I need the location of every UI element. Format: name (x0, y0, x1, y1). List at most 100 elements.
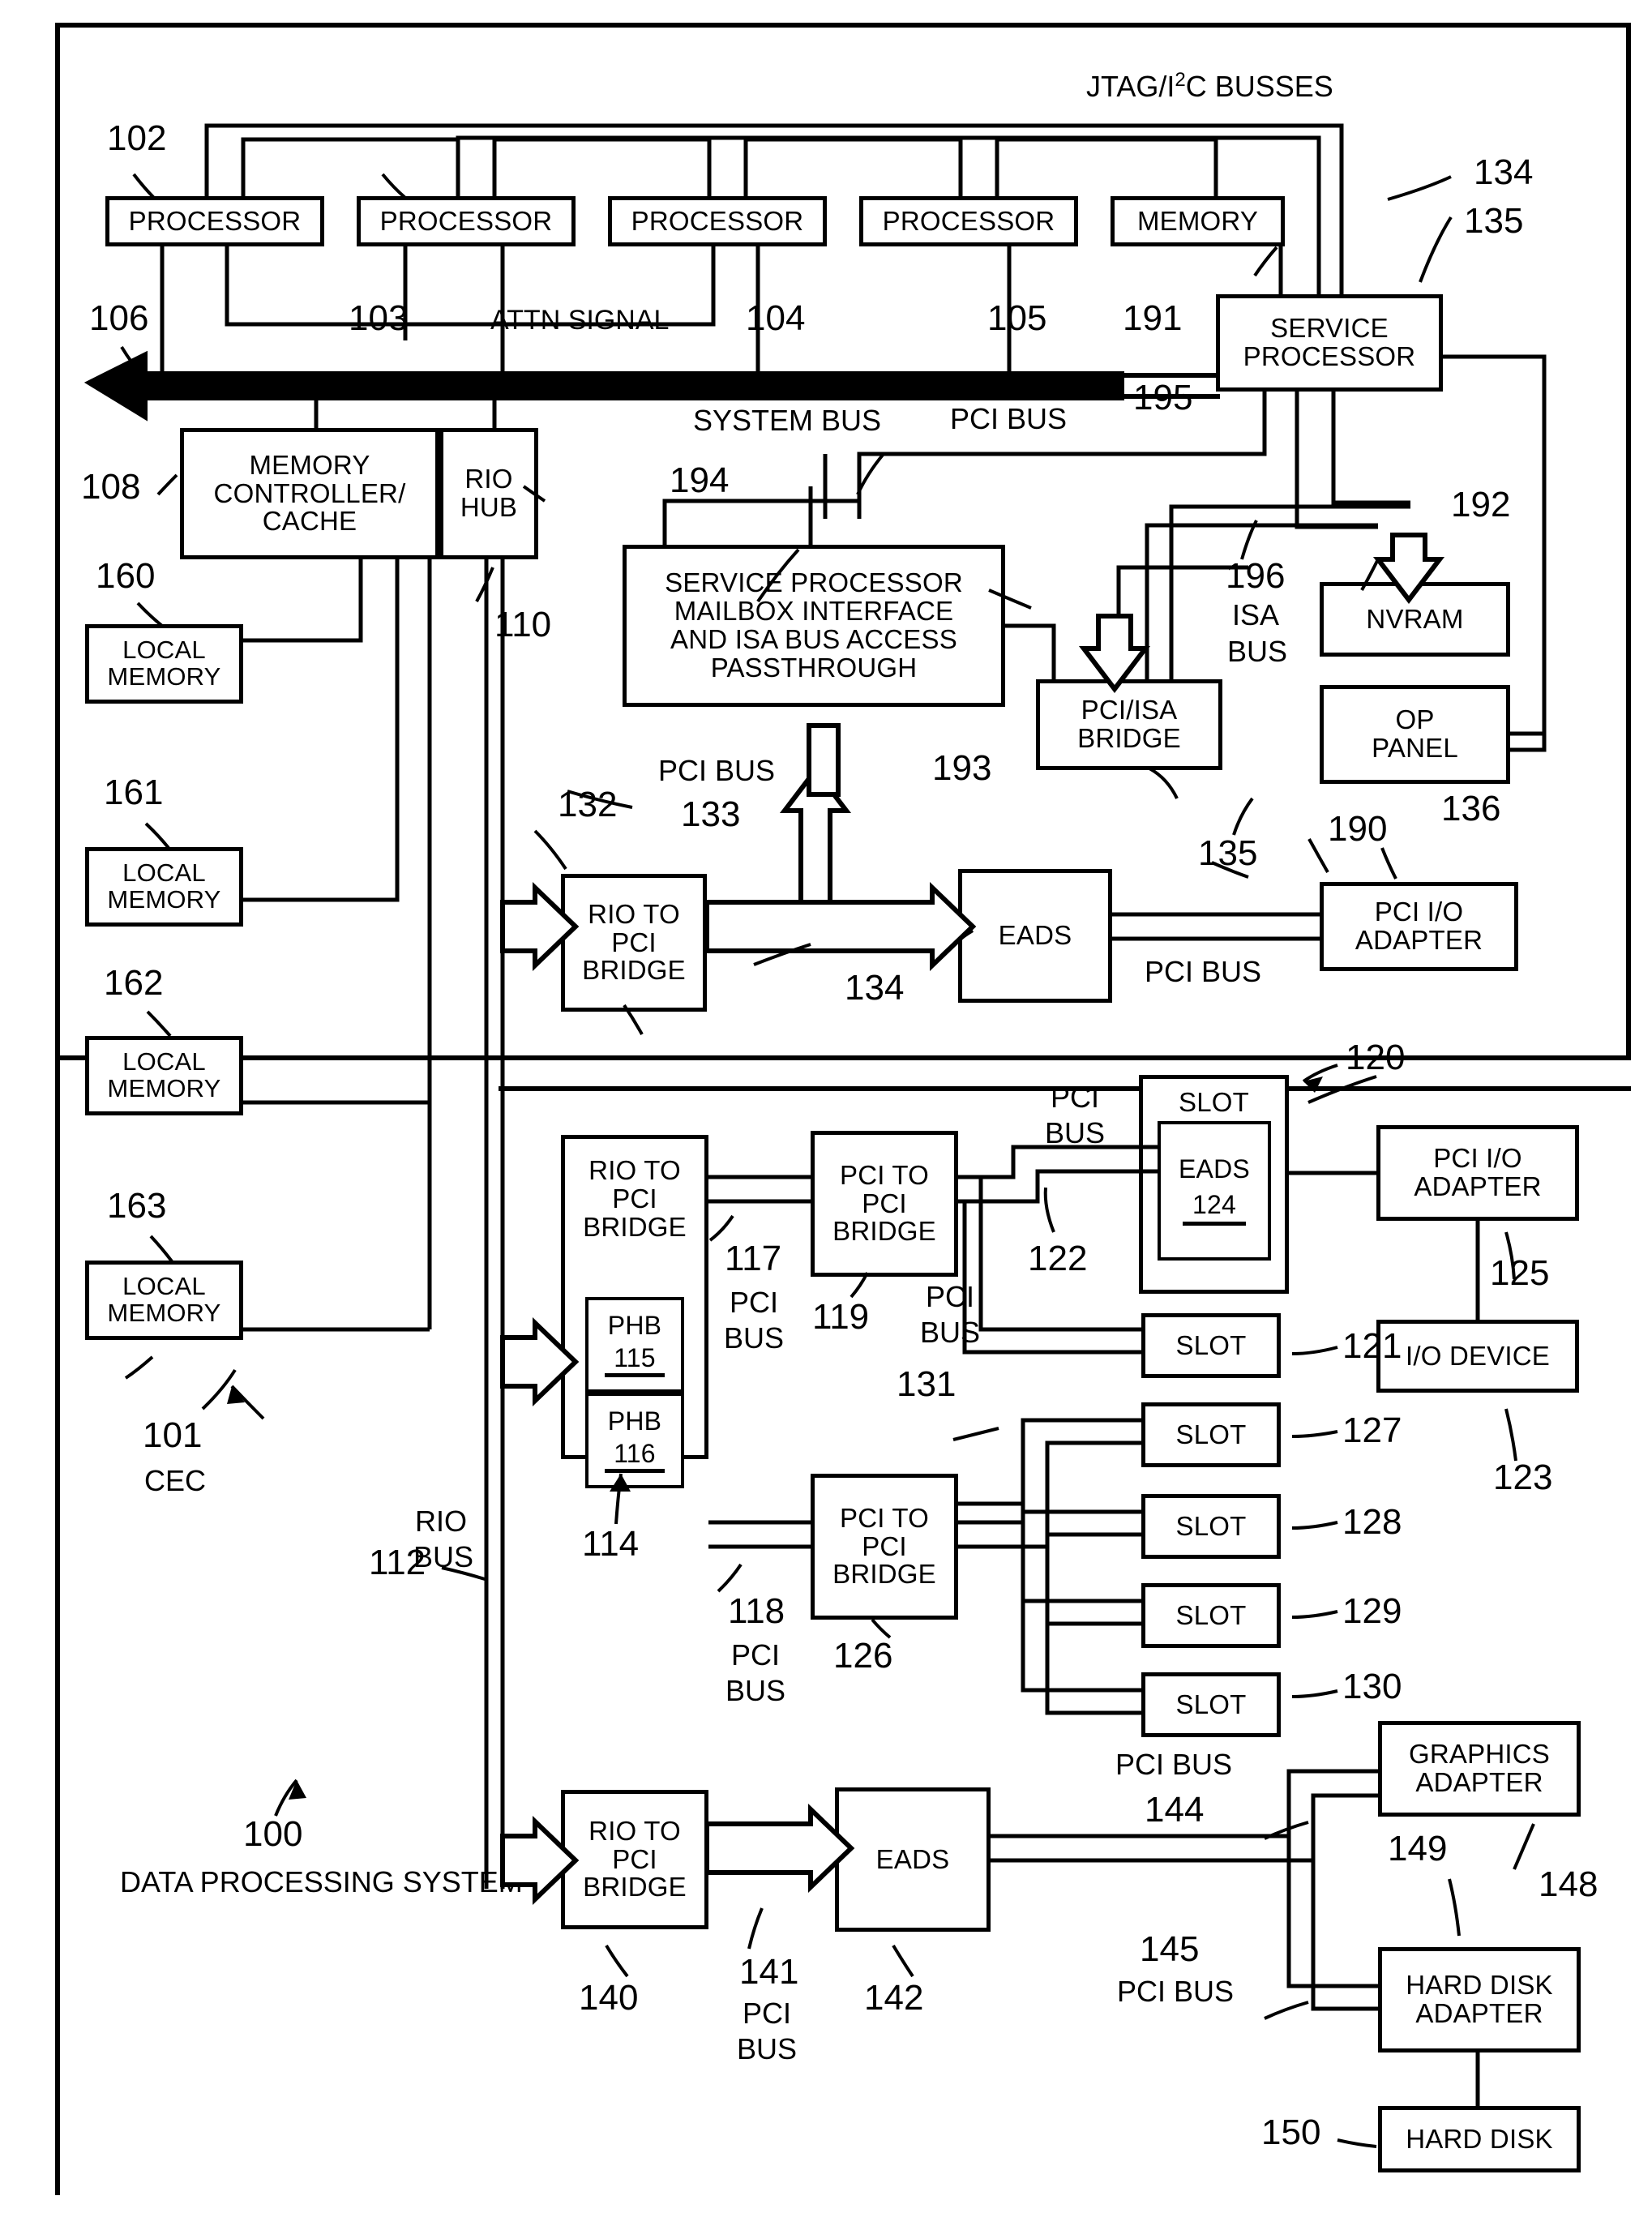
ref-102: 102 (107, 118, 167, 158)
eads-block-134: EADS (958, 869, 1112, 1003)
label-pci-bus-195: PCI BUS (950, 402, 1068, 435)
pci-to-pci-line2: PCI (862, 1188, 907, 1218)
label-pci-bus-135: PCI BUS (1145, 955, 1262, 988)
rio-to-pci-line2: PCI (611, 927, 657, 957)
rio-hub-line1: RIO (464, 464, 513, 494)
ref-135-top: 135 (1464, 201, 1524, 241)
pci-to-pci-line2: PCI (862, 1530, 907, 1561)
hard-disk-label: HARD DISK (1406, 2123, 1553, 2154)
pci-to-pci-bridge-block-119: PCI TO PCI BRIDGE (811, 1131, 958, 1277)
ref-141: 141 (739, 1952, 799, 1992)
op-panel-line2: PANEL (1372, 733, 1458, 763)
ref-114: 114 (582, 1524, 640, 1564)
nvram-block-192: NVRAM (1320, 582, 1510, 657)
local-memory-block-162: LOCAL MEMORY (85, 1036, 243, 1115)
ref-136-oppanel: 136 (1441, 789, 1501, 828)
ref-104: 104 (746, 298, 806, 338)
pci-to-pci-line3: BRIDGE (832, 1559, 936, 1590)
ref-142: 142 (864, 1978, 924, 2018)
label-isa-bus-line2: BUS (1227, 635, 1288, 668)
pci-isa-bridge-line2: BRIDGE (1077, 723, 1181, 753)
ref-145: 145 (1140, 1929, 1200, 1969)
ref-123: 123 (1493, 1457, 1553, 1497)
graphics-adapter-line2: ADAPTER (1415, 1767, 1543, 1797)
ref-120: 120 (1346, 1038, 1406, 1077)
pci-io-adapter-line1: PCI I/O (1433, 1143, 1522, 1174)
ref-160: 160 (96, 556, 156, 596)
pci-isa-bridge-block-193: PCI/ISA BRIDGE (1036, 679, 1222, 770)
pci-to-pci-line1: PCI TO (839, 1502, 929, 1533)
phb-ref-115: 115 (614, 1342, 656, 1372)
eads-ref-124: 124 (1192, 1190, 1236, 1219)
rio-to-pci-line2: PCI (612, 1843, 657, 1874)
rio-to-pci-line3: BRIDGE (583, 1211, 687, 1242)
sp-mailbox-line4: PASSTHROUGH (710, 652, 918, 683)
ref-135-pcibus: 135 (1198, 833, 1258, 873)
rio-to-pci-bridge-block-132: RIO TO PCI BRIDGE (561, 874, 707, 1012)
ref-196: 196 (1226, 556, 1286, 596)
rio-to-pci-line1: RIO TO (588, 1155, 681, 1185)
ref-134-eads: 134 (845, 968, 905, 1008)
ref-122: 122 (1028, 1239, 1088, 1278)
ref-126: 126 (833, 1636, 893, 1676)
sp-mailbox-line1: SERVICE PROCESSOR (665, 567, 963, 598)
phb-label: PHB (607, 1406, 662, 1436)
label-pci-bus-117: PCI BUS (723, 1286, 785, 1355)
ref-101: 101 (143, 1415, 203, 1455)
pci-to-pci-line1: PCI TO (839, 1159, 929, 1190)
jtag-label-tail: C BUSSES (1185, 69, 1333, 103)
memory-controller-line2: CONTROLLER/ (213, 477, 406, 508)
pci-io-adapter-line2: ADAPTER (1414, 1171, 1542, 1201)
pci-io-adapter-line1: PCI I/O (1374, 897, 1464, 927)
local-memory-line2: MEMORY (107, 1074, 221, 1102)
phb-block-116: PHB 116 (585, 1393, 684, 1488)
ref-127: 127 (1342, 1410, 1402, 1450)
service-processor-block-135: SERVICE PROCESSOR (1216, 294, 1443, 392)
ref-131: 131 (897, 1364, 957, 1404)
eads-block-142: EADS (835, 1787, 991, 1932)
slot-label: SLOT (1175, 1419, 1247, 1449)
sp-mailbox-line3: AND ISA BUS ACCESS (670, 624, 957, 654)
memory-label: MEMORY (1136, 205, 1259, 236)
service-processor-mailbox-block-194: SERVICE PROCESSOR MAILBOX INTERFACE AND … (623, 545, 1005, 707)
ref-106: 106 (89, 298, 149, 338)
rio-to-pci-line2: PCI (612, 1183, 657, 1214)
slot-label: SLOT (1175, 1599, 1247, 1630)
ref-134-top: 134 (1474, 152, 1534, 192)
ref-129: 129 (1342, 1591, 1402, 1631)
label-pci-bus-133: PCI BUS (658, 754, 776, 787)
ref-148: 148 (1539, 1864, 1599, 1904)
io-device-label: I/O DEVICE (1405, 1340, 1551, 1371)
local-memory-block-163: LOCAL MEMORY (85, 1261, 243, 1340)
ref-128: 128 (1342, 1502, 1402, 1542)
ref-190: 190 (1328, 809, 1388, 849)
hard-disk-block-150: HARD DISK (1378, 2106, 1581, 2172)
pci-isa-bridge-line1: PCI/ISA (1081, 695, 1178, 726)
pci-io-adapter-block-125: PCI I/O ADAPTER (1376, 1125, 1579, 1221)
ref-140: 140 (579, 1978, 639, 2018)
processor-block-104: PROCESSOR (608, 196, 827, 246)
label-pci-bus-119: PCI BUS (919, 1280, 981, 1349)
ref-194: 194 (670, 460, 730, 500)
label-pci-bus-144: PCI BUS (1115, 1748, 1233, 1781)
hard-disk-adapter-line1: HARD DISK (1406, 1970, 1553, 2001)
phb-block-115: PHB 115 (585, 1297, 684, 1393)
local-memory-line2: MEMORY (107, 662, 221, 691)
local-memory-block-161: LOCAL MEMORY (85, 847, 243, 927)
label-rio-bus-line1: RIO (415, 1505, 468, 1538)
memory-controller-line1: MEMORY (249, 449, 370, 480)
slot-label: SLOT (1179, 1087, 1249, 1117)
label-pci-bus-141: PCI BUS (736, 1997, 798, 2065)
local-memory-line1: LOCAL (122, 858, 206, 888)
slot-block-128: SLOT (1141, 1494, 1281, 1559)
ref-192: 192 (1451, 485, 1511, 524)
ref-100: 100 (243, 1814, 303, 1854)
local-memory-line1: LOCAL (122, 636, 206, 665)
local-memory-line2: MEMORY (107, 885, 221, 914)
local-memory-block-160: LOCAL MEMORY (85, 624, 243, 704)
rio-hub-block-110: RIO HUB (439, 428, 538, 559)
pci-to-pci-bridge-block-126: PCI TO PCI BRIDGE (811, 1474, 958, 1620)
phb-underline (605, 1469, 665, 1474)
ref-149: 149 (1388, 1829, 1448, 1868)
ref-108: 108 (81, 467, 141, 507)
